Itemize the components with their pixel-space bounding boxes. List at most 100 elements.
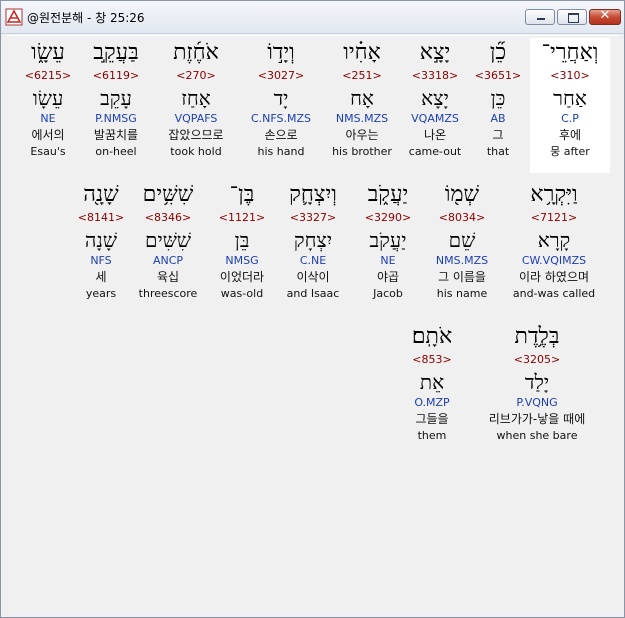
strong-number[interactable]: <6215> xyxy=(9,68,87,83)
english-gloss: and Isaac xyxy=(286,287,340,300)
korean-gloss: 발꿈치를 xyxy=(93,128,139,142)
hebrew-word: יַעֲקֹ֑ב xyxy=(367,182,409,207)
morphology: C.NFS.MZS xyxy=(250,112,312,125)
hebrew-word: וְאַחֲרֵי־ xyxy=(541,40,599,65)
minimize-button[interactable] xyxy=(525,9,555,25)
lemma: עָקֵב xyxy=(100,86,132,110)
word-block[interactable]: בֶּן־ <1121> בֵּן NMSG 이었더라 was-old xyxy=(203,180,281,301)
morphology: NMSG xyxy=(225,254,259,267)
korean-gloss: 에서의 xyxy=(31,128,65,142)
app-icon xyxy=(5,8,23,26)
word-block[interactable]: וְיָד֣וֹ <3027> יָד C.NFS.MZS 손으로 his ha… xyxy=(242,38,320,159)
word-block[interactable]: וְיִצְחָ֛ק <3327> יִצְחָק C.NE 이삭이 and I… xyxy=(274,180,352,301)
hebrew-word: בְּלֶ֥דֶת xyxy=(514,324,560,349)
word-block[interactable]: יַעֲקֹ֑ב <3290> יַעֲקֹב NE 야곱 Jacob xyxy=(349,180,427,301)
app-window: @원전분해 - 창 25:26 ✕ עֵשָׂ֑ו <6215> עֵשָׂו … xyxy=(0,0,625,618)
strong-number[interactable]: <8346> xyxy=(129,210,207,225)
word-block[interactable]: אָחִ֗יו <251> אָח NMS.MZS 아우는 his brothe… xyxy=(323,38,401,159)
morphology: P.NMSG xyxy=(95,112,137,125)
strong-number[interactable]: <3327> xyxy=(274,210,352,225)
strong-number[interactable]: <8034> xyxy=(423,210,501,225)
korean-gloss: 손으로 xyxy=(264,128,298,142)
strong-number[interactable]: <3651> xyxy=(459,68,537,83)
lemma: עֵשָׂו xyxy=(32,86,64,110)
morphology: CW.VQIMZS xyxy=(521,254,587,267)
english-gloss: 뭉 after xyxy=(550,145,590,158)
title-bar[interactable]: @원전분해 - 창 25:26 ✕ xyxy=(1,1,624,34)
korean-gloss: 이라 하였으며 xyxy=(518,270,590,284)
lemma: אָח xyxy=(350,86,374,110)
hebrew-word: וְיָד֣וֹ xyxy=(267,40,295,65)
morphology: O.MZP xyxy=(414,396,450,409)
strong-number[interactable]: <310> xyxy=(530,68,610,83)
morphology: AB xyxy=(490,112,506,125)
korean-gloss: 야곱 xyxy=(376,270,400,284)
word-block[interactable]: כֵ֞ן <3651> כֵּן AB 그 that xyxy=(459,38,537,159)
word-block[interactable]: בַּעֲקֵ֣ב <6119> עָקֵב P.NMSG 발꿈치를 on-he… xyxy=(77,38,155,159)
strong-number[interactable]: <7121> xyxy=(504,210,604,225)
morphology: C.NE xyxy=(299,254,327,267)
korean-gloss: 그들을 xyxy=(415,412,449,426)
english-gloss: took hold xyxy=(170,145,222,158)
morphology: P.VQNG xyxy=(516,396,558,409)
lemma: יַעֲקֹב xyxy=(369,228,407,252)
strong-number[interactable]: <3027> xyxy=(242,68,320,83)
hebrew-word: כֵ֞ן xyxy=(489,40,507,65)
korean-gloss: 후에 xyxy=(558,128,582,142)
korean-gloss: 리브가가-낳을 때에 xyxy=(488,412,586,426)
morphology: NE xyxy=(380,254,396,267)
hebrew-word: וְיִצְחָ֛ק xyxy=(289,182,337,207)
close-button[interactable]: ✕ xyxy=(589,8,621,25)
maximize-button[interactable] xyxy=(557,9,587,25)
hebrew-word: אֹתָֽם׃ xyxy=(411,324,453,349)
word-block[interactable]: שִׁשִּׁ֥ים <8346> שִׁשִּׁים ANCP 육십 thre… xyxy=(129,180,207,301)
english-gloss: his hand xyxy=(257,145,305,158)
strong-number[interactable]: <251> xyxy=(323,68,401,83)
lemma: יָד xyxy=(273,86,289,110)
lemma: יָלַד xyxy=(524,370,550,394)
morphology: NMS.MZS xyxy=(335,112,389,125)
word-block[interactable]: שְׁמ֖וֹ <8034> שֵׁם NMS.MZS 그 이름을 his na… xyxy=(423,180,501,301)
hebrew-word: שְׁמ֖וֹ xyxy=(444,182,480,207)
strong-number[interactable]: <270> xyxy=(157,68,235,83)
english-gloss: his name xyxy=(436,287,488,300)
lemma: יִצְחָק xyxy=(293,228,333,252)
strong-number[interactable]: <853> xyxy=(393,352,471,367)
korean-gloss: 육십 xyxy=(156,270,180,284)
korean-gloss: 이었더라 xyxy=(219,270,265,284)
word-block[interactable]: וַיִּקְרָ֥א <7121> קָרָא CW.VQIMZS 이라 하였… xyxy=(504,180,604,301)
strong-number[interactable]: <3205> xyxy=(471,352,603,367)
korean-gloss: 아우는 xyxy=(345,128,379,142)
morphology: ANCP xyxy=(152,254,184,267)
word-block-selected[interactable]: וְאַחֲרֵי־ <310> אַחַר C.P 후에 뭉 after xyxy=(530,38,610,173)
word-block[interactable]: אֹתָֽם׃ <853> אֵת O.MZP 그들을 them xyxy=(393,322,471,443)
strong-number[interactable]: <3290> xyxy=(349,210,427,225)
lemma: אֵת xyxy=(419,370,445,394)
hebrew-word: בַּעֲקֵ֣ב xyxy=(93,40,139,65)
hebrew-word: אֹחֶ֜זֶת xyxy=(173,40,219,65)
lemma: בֵּן xyxy=(234,228,250,252)
hebrew-word: עֵשָׂ֑ו xyxy=(31,40,65,65)
english-gloss: Esau's xyxy=(30,145,66,158)
window-title: @원전분해 - 창 25:26 xyxy=(27,11,145,25)
hebrew-word: בֶּן־ xyxy=(229,182,255,207)
strong-number[interactable]: <1121> xyxy=(203,210,281,225)
korean-gloss: 그 이름을 xyxy=(438,270,486,284)
korean-gloss: 이삭이 xyxy=(296,270,330,284)
english-gloss: and-was called xyxy=(512,287,596,300)
lemma: כֵּן xyxy=(490,86,506,110)
english-gloss: on-heel xyxy=(95,145,137,158)
english-gloss: that xyxy=(486,145,510,158)
interlinear-panel: עֵשָׂ֑ו <6215> עֵשָׂו NE 에서의 Esau's בַּע… xyxy=(7,35,618,612)
word-block[interactable]: בְּלֶ֥דֶת <3205> יָלַד P.VQNG 리브가가-낳을 때에… xyxy=(471,322,603,443)
english-gloss: was-old xyxy=(220,287,264,300)
strong-number[interactable]: <6119> xyxy=(77,68,155,83)
morphology: VQPAFS xyxy=(174,112,218,125)
word-block[interactable]: אֹחֶ֜זֶת <270> אָחַז VQPAFS 잡았으므로 took h… xyxy=(157,38,235,159)
word-block[interactable]: עֵשָׂ֑ו <6215> עֵשָׂו NE 에서의 Esau's xyxy=(9,38,87,159)
hebrew-word: וַיִּקְרָ֥א xyxy=(530,182,578,207)
lemma: שֵׁם xyxy=(448,228,476,252)
english-gloss: when she bare xyxy=(496,429,578,442)
english-gloss: his brother xyxy=(332,145,392,158)
english-gloss: Jacob xyxy=(373,287,403,300)
